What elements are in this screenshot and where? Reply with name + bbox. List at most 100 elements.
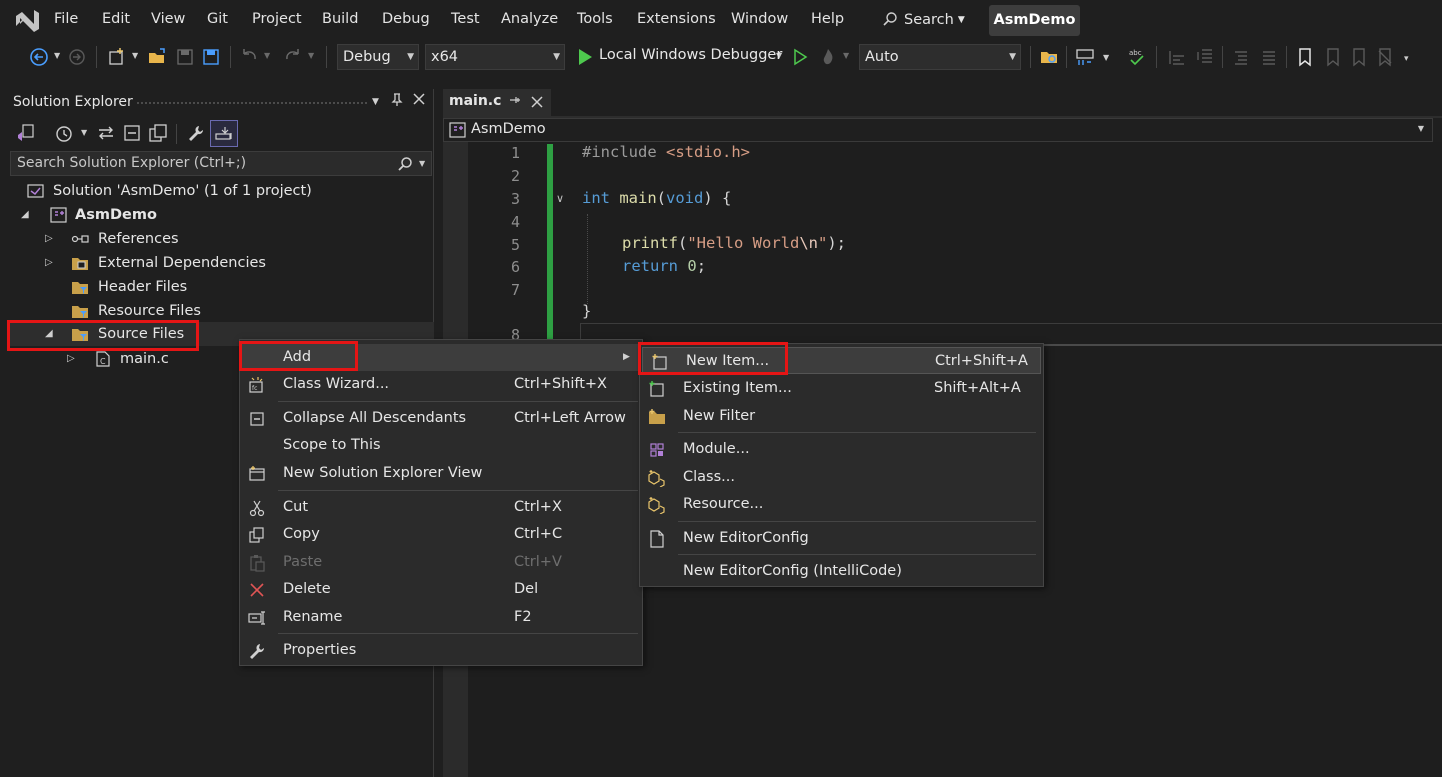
- menu-file[interactable]: File: [54, 11, 78, 27]
- menu-item-collapse-all-descendants[interactable]: Collapse All Descendants Ctrl+Left Arrow: [240, 405, 642, 432]
- pending-changes-filter-icon[interactable]: [54, 123, 74, 143]
- panel-options-icon[interactable]: ▼: [372, 97, 379, 107]
- sync-with-active-document-icon[interactable]: [96, 123, 116, 143]
- highlight-new-item: [638, 342, 788, 375]
- menu-tools[interactable]: Tools: [577, 11, 613, 27]
- code-line-8[interactable]: }: [582, 302, 591, 320]
- menu-item-label: Copy: [283, 526, 320, 542]
- navigation-scope-label: AsmDemo: [471, 121, 546, 137]
- chevron-down-icon[interactable]: ▼: [81, 128, 87, 137]
- menu-item-existing-item[interactable]: Existing Item... Shift+Alt+A: [640, 375, 1043, 402]
- submenu-arrow-icon: ▶: [623, 352, 630, 362]
- comment-lines-icon: [1235, 51, 1247, 65]
- new-view-icon: [249, 466, 265, 481]
- menu-separator: [278, 401, 638, 402]
- collapse-all-icon[interactable]: [122, 123, 142, 143]
- filter-folder-icon: [72, 306, 88, 318]
- window-layout-icon[interactable]: [1074, 46, 1096, 68]
- collapsed-triangle-icon[interactable]: ▷: [45, 227, 53, 251]
- visual-studio-logo-icon[interactable]: [12, 6, 42, 36]
- code-line-5[interactable]: printf("Hello World\n");: [622, 234, 846, 252]
- menu-item-label: Delete: [283, 581, 331, 597]
- menu-window[interactable]: Window: [731, 11, 788, 27]
- configuration-select[interactable]: Debug ▼: [337, 44, 419, 70]
- pin-tab-icon[interactable]: [509, 96, 521, 109]
- code-line-3[interactable]: int main(void) {: [582, 189, 731, 207]
- code-line-1[interactable]: #include <stdio.h>: [582, 143, 750, 161]
- tree-item-solution[interactable]: Solution 'AsmDemo' (1 of 1 project): [8, 179, 434, 203]
- wrench-icon[interactable]: [186, 123, 206, 143]
- navigation-bar-project-dropdown[interactable]: AsmDemo ▼: [443, 118, 1433, 142]
- menu-extensions[interactable]: Extensions: [637, 11, 716, 27]
- search-input-placeholder[interactable]: Search Solution Explorer (Ctrl+;): [17, 155, 246, 171]
- menu-build[interactable]: Build: [322, 11, 358, 27]
- start-debugging-icon[interactable]: [574, 46, 596, 68]
- menu-item-class-wizard[interactable]: fc Class Wizard... Ctrl+Shift+X: [240, 371, 642, 398]
- navigate-back-icon[interactable]: [28, 46, 50, 68]
- tree-item-label: Header Files: [98, 279, 188, 295]
- menu-git[interactable]: Git: [207, 11, 228, 27]
- menu-edit[interactable]: Edit: [102, 11, 130, 27]
- chevron-down-icon[interactable]: ▼: [54, 51, 60, 60]
- global-search[interactable]: Search ▼: [882, 11, 965, 28]
- start-without-debugging-icon[interactable]: [789, 46, 811, 68]
- menu-item-copy[interactable]: Copy Ctrl+C: [240, 521, 642, 548]
- solution-explorer-search[interactable]: Search Solution Explorer (Ctrl+;) ▼: [10, 151, 432, 176]
- tree-item-project[interactable]: ◢ AsmDemo: [8, 203, 434, 227]
- chevron-down-icon[interactable]: ▼: [1418, 124, 1424, 133]
- pin-icon[interactable]: [391, 93, 403, 111]
- document-tab-main-c[interactable]: main.c: [443, 89, 551, 116]
- menu-item-new-filter[interactable]: New Filter: [640, 403, 1043, 430]
- menu-view[interactable]: View: [151, 11, 185, 27]
- chevron-down-icon[interactable]: ▼: [419, 159, 425, 168]
- switch-views-icon[interactable]: [16, 123, 36, 143]
- menu-item-module[interactable]: Module...: [640, 436, 1043, 463]
- menu-item-label: Existing Item...: [683, 380, 792, 396]
- menu-item-delete[interactable]: Delete Del: [240, 576, 642, 603]
- menu-item-new-solution-explorer-view[interactable]: New Solution Explorer View: [240, 460, 642, 487]
- line-number: 6: [510, 258, 520, 276]
- change-tracking-bar: [547, 144, 553, 340]
- menu-item-properties[interactable]: Properties: [240, 637, 642, 664]
- menu-item-scope-to-this[interactable]: Scope to This: [240, 432, 642, 459]
- tree-item-header-files[interactable]: Header Files: [8, 275, 434, 299]
- menu-project[interactable]: Project: [252, 11, 302, 27]
- tree-item-external-dependencies[interactable]: ▷ External Dependencies: [8, 251, 434, 275]
- svg-text:abc: abc: [1129, 49, 1142, 57]
- toolbar-overflow-icon[interactable]: ▾: [1404, 54, 1409, 64]
- chevron-down-icon[interactable]: ▼: [132, 51, 138, 60]
- panel-drag-grip[interactable]: [136, 101, 368, 106]
- code-line-6[interactable]: return 0;: [622, 257, 706, 275]
- new-project-icon[interactable]: [106, 46, 128, 68]
- menu-item-new-editorconfig-intellicode[interactable]: New EditorConfig (IntelliCode): [640, 558, 1043, 585]
- save-all-icon[interactable]: [200, 46, 222, 68]
- menu-analyze[interactable]: Analyze: [501, 11, 558, 27]
- menu-item-new-editorconfig[interactable]: New EditorConfig: [640, 525, 1043, 552]
- menu-item-cut[interactable]: Cut Ctrl+X: [240, 494, 642, 521]
- scope-select[interactable]: Auto ▼: [859, 44, 1021, 70]
- menu-item-rename[interactable]: Rename F2: [240, 604, 642, 631]
- tree-item-references[interactable]: ▷ References: [8, 227, 434, 251]
- expanded-triangle-icon[interactable]: ◢: [21, 203, 29, 227]
- find-in-files-icon[interactable]: [1038, 46, 1060, 68]
- preview-selected-items-toggle[interactable]: [210, 120, 238, 147]
- search-icon[interactable]: [397, 156, 413, 172]
- menu-help[interactable]: Help: [811, 11, 844, 27]
- menu-test[interactable]: Test: [451, 11, 480, 27]
- open-folder-icon[interactable]: [146, 46, 168, 68]
- show-all-files-icon[interactable]: [148, 123, 168, 143]
- close-icon[interactable]: [413, 93, 425, 109]
- filter-folder-icon: [72, 282, 88, 294]
- spell-check-icon[interactable]: abc: [1126, 46, 1148, 68]
- menu-debug[interactable]: Debug: [382, 11, 430, 27]
- bookmark-icon[interactable]: [1294, 46, 1316, 68]
- fold-collapse-icon[interactable]: ∨: [556, 192, 564, 205]
- debugger-target-label[interactable]: Local Windows Debugger: [599, 47, 782, 63]
- close-icon[interactable]: [531, 96, 543, 108]
- chevron-down-icon[interactable]: ▼: [1103, 53, 1109, 62]
- platform-select[interactable]: x64 ▼: [425, 44, 565, 70]
- menu-item-resource[interactable]: Resource...: [640, 491, 1043, 518]
- solution-name-badge[interactable]: AsmDemo: [989, 5, 1080, 36]
- collapsed-triangle-icon[interactable]: ▷: [45, 251, 53, 275]
- menu-item-class[interactable]: Class...: [640, 464, 1043, 491]
